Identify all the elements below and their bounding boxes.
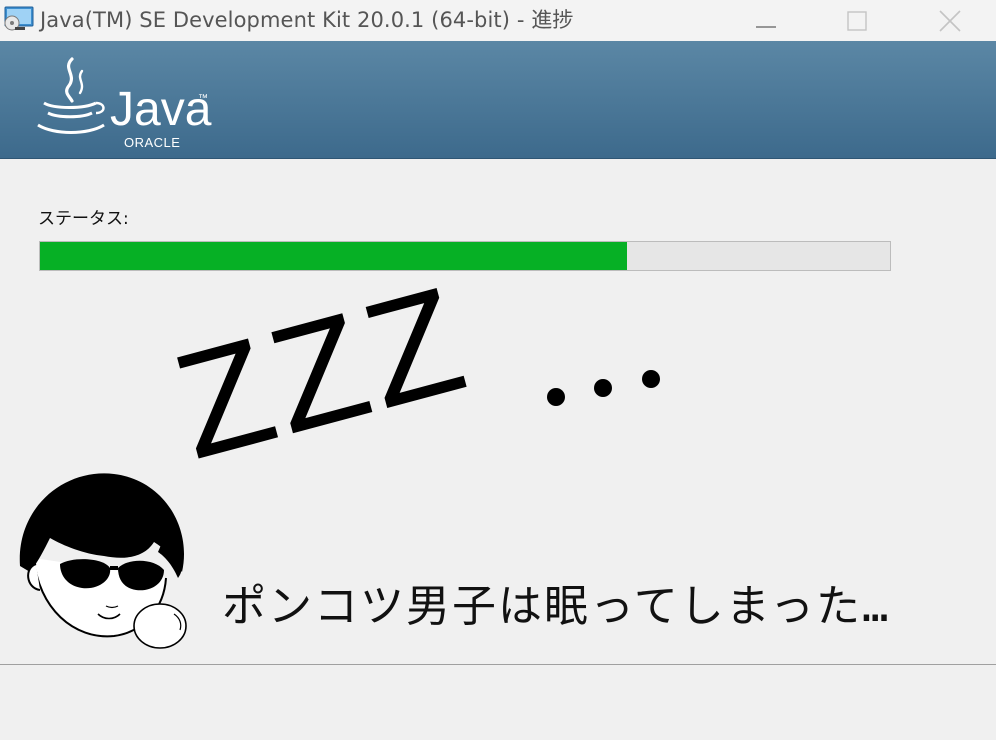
sleeping-boy-illustration: [19, 473, 187, 649]
sleeping-caption: ポンコツ男子は眠ってしまった…: [222, 581, 891, 632]
footer-area: [0, 665, 996, 740]
